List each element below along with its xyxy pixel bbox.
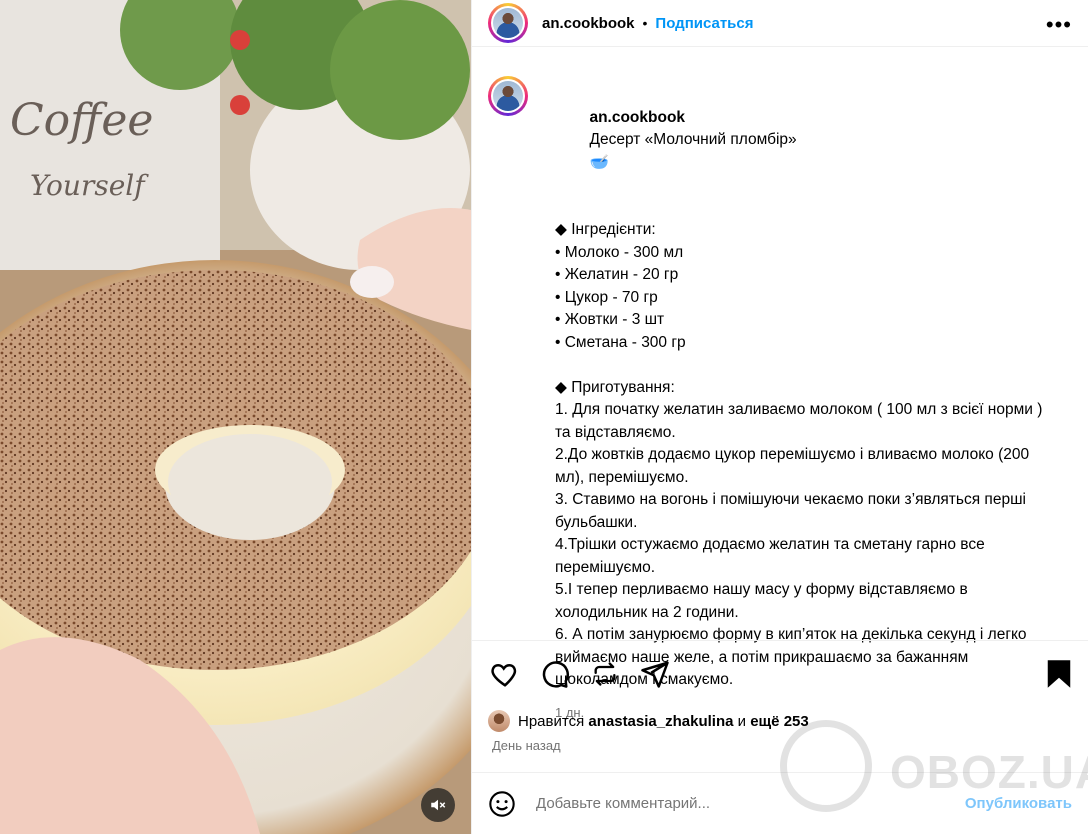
caption-line: 4.Трішки остужаємо додаємо желатин та см… (555, 536, 990, 576)
divider (472, 640, 1088, 641)
caption-line: • Желатин - 20 гр (555, 266, 679, 283)
caption-body: ◆ Інгредієнти: • Молоко - 300 мл • Желатин… (555, 197, 1055, 692)
repost-icon (594, 662, 616, 686)
post-header: an.cookbook • Подписаться ••• (472, 0, 1088, 47)
likes-count[interactable]: ещё 253 (750, 713, 809, 730)
bookmark-icon (1047, 660, 1071, 688)
header-username[interactable]: an.cookbook (542, 15, 635, 32)
comment-input[interactable] (534, 794, 965, 813)
likes-and: и (737, 712, 747, 730)
svg-text:Yourself: Yourself (30, 169, 149, 202)
send-button[interactable] (638, 657, 672, 691)
liker-username[interactable]: anastasia_zhakulina (588, 713, 733, 730)
separator: • (642, 15, 648, 31)
save-button[interactable] (1042, 657, 1076, 691)
likes-row: Нравится anastasia_zhakulina и ещё 253 (488, 710, 809, 732)
caption-text: an.cookbook Десерт «Молочний пломбір» 🥣 … (555, 84, 1055, 724)
svg-text:Coffee: Coffee (10, 95, 153, 146)
comment-icon (542, 661, 569, 688)
caption-line: 5.І тепер перливаємо нашу масу у форму в… (555, 581, 973, 621)
caption-line (555, 197, 1055, 220)
post-date: День назад (492, 738, 561, 753)
like-button[interactable] (488, 657, 522, 691)
post-comment-button[interactable]: Опубликовать (965, 795, 1072, 812)
mute-button[interactable] (421, 788, 455, 822)
caption-line: • Цукор - 70 гр (555, 288, 658, 306)
send-icon (641, 661, 669, 688)
comment-button[interactable] (538, 657, 572, 691)
more-options-button[interactable]: ••• (1046, 12, 1072, 38)
repost-button[interactable] (588, 657, 622, 691)
comment-bar: Опубликовать (472, 772, 1088, 834)
caption-line: 1. Для початку желатин заливаємо молоком… (555, 401, 1047, 441)
caption-line: • Сметана - 300 гр (555, 333, 686, 351)
caption-line: ◆ Приготування: (555, 378, 675, 396)
dessert-photo: Coffee Yourself (0, 0, 471, 834)
liker-avatar[interactable] (488, 710, 510, 732)
caption-avatar[interactable] (488, 76, 528, 116)
emoji-icon[interactable] (488, 790, 516, 818)
caption-line: ◆ Інгредієнти: (555, 221, 656, 238)
caption: an.cookbook Десерт «Молочний пломбір» 🥣 … (488, 76, 1073, 720)
caption-line: 3. Ставимо на вогонь і помішуючи чекаємо… (555, 491, 1031, 531)
avatar[interactable] (488, 3, 528, 43)
caption-title: Десерт «Молочний пломбір» (589, 131, 797, 148)
bowl-emoji-icon: 🥣 (589, 153, 609, 171)
muted-icon (431, 799, 446, 811)
likes-prefix: Нравится (518, 712, 585, 730)
post-panel: an.cookbook • Подписаться ••• an.cookboo… (471, 0, 1088, 834)
caption-line: • Жовтки - 3 шт (555, 311, 665, 328)
follow-button[interactable]: Подписаться (655, 15, 753, 32)
caption-line: 2.До жовтків додаємо цукор перемішуємо і… (555, 446, 1034, 486)
caption-line (555, 354, 1055, 377)
caption-username[interactable]: an.cookbook (589, 109, 685, 126)
post-media[interactable]: Coffee Yourself (0, 0, 471, 834)
caption-line: • Молоко - 300 мл (555, 243, 684, 261)
action-bar (488, 656, 1076, 692)
heart-icon (491, 663, 517, 687)
